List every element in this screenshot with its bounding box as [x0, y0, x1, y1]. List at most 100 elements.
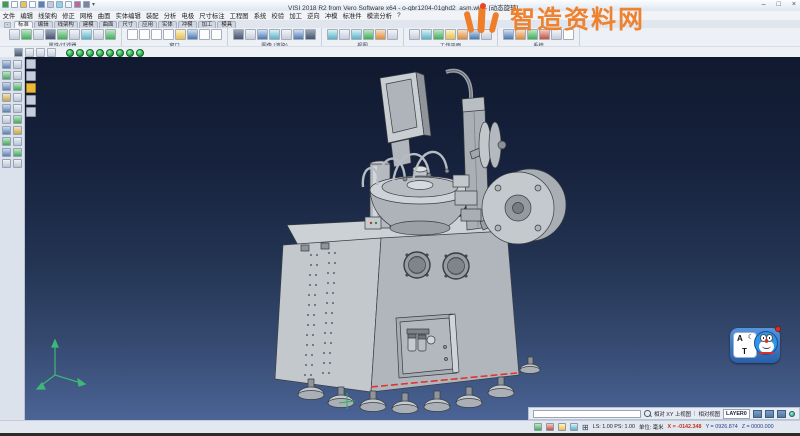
machine-3d-model[interactable] — [25, 57, 800, 420]
status-swatch-1[interactable] — [752, 409, 762, 418]
attribute-tool-icon[interactable] — [9, 29, 20, 40]
right-view-icon[interactable] — [126, 48, 134, 57]
redo-icon[interactable] — [74, 1, 81, 8]
sidebar-tool-icon[interactable] — [13, 115, 22, 124]
sidebar-tool-icon[interactable] — [13, 82, 22, 91]
sidebar-tool-icon[interactable] — [13, 60, 22, 69]
system-options-icon[interactable] — [503, 29, 514, 40]
entity-filter-icon[interactable] — [57, 29, 68, 40]
sidebar-tool-icon[interactable] — [2, 115, 11, 124]
command-input[interactable] — [533, 409, 641, 418]
close-button[interactable]: × — [792, 0, 796, 10]
minimize-button[interactable]: – — [762, 0, 766, 10]
menu-surface[interactable]: 曲面 — [95, 11, 113, 20]
front-view-icon[interactable] — [96, 48, 104, 57]
system-delete-icon[interactable] — [539, 29, 550, 40]
workplane-entity-icon[interactable] — [457, 29, 468, 40]
sidebar-tool-icon[interactable] — [2, 148, 11, 157]
view-mode-button[interactable] — [26, 59, 36, 69]
menu-wireframe[interactable]: 线架构 — [36, 11, 60, 20]
menu-validate[interactable]: 校验 — [269, 11, 287, 20]
render-mode-ball-icon[interactable] — [788, 410, 795, 417]
previous-view-icon[interactable] — [375, 29, 386, 40]
menu-drawing[interactable]: 工程图 — [227, 11, 251, 20]
sidebar-tool-icon[interactable] — [13, 104, 22, 113]
view-mode-button-active[interactable] — [26, 83, 36, 93]
menu-dimension[interactable]: 尺寸标注 — [197, 11, 227, 20]
system-measure-icon[interactable] — [527, 29, 538, 40]
tab-application[interactable]: 应用 — [138, 21, 157, 28]
system-calculator-icon[interactable] — [515, 29, 526, 40]
material-icon[interactable] — [293, 29, 304, 40]
menu-flow-analysis[interactable]: 模流分析 — [364, 11, 394, 20]
menu-solid-edit[interactable]: 实体编辑 — [113, 11, 143, 20]
tab-mould[interactable]: 模具 — [217, 21, 237, 28]
shadow-icon[interactable] — [305, 29, 316, 40]
layer-indicator[interactable]: LAYER0 — [723, 408, 750, 419]
open-file-icon[interactable] — [20, 1, 27, 8]
refresh-toggle-icon[interactable] — [570, 423, 578, 431]
menu-electrode[interactable]: 电极 — [179, 11, 197, 20]
render-settings-icon[interactable] — [281, 29, 292, 40]
viewport-grid-icon[interactable] — [47, 48, 56, 57]
status-swatch-2[interactable] — [764, 409, 774, 418]
graphics-viewport[interactable] — [25, 57, 800, 420]
menu-standard-parts[interactable]: 标准件 — [340, 11, 364, 20]
tab-standard[interactable]: 标准 — [14, 21, 33, 28]
system-info-icon[interactable] — [551, 29, 562, 40]
bottom-view-icon[interactable] — [86, 48, 94, 57]
menu-machining[interactable]: 加工 — [287, 11, 305, 20]
menu-analysis[interactable]: 分析 — [161, 11, 179, 20]
status-swatch-3[interactable] — [776, 409, 786, 418]
zoom-fit-icon[interactable] — [327, 29, 338, 40]
menu-reverse[interactable]: 逆向 — [305, 11, 323, 20]
menu-progress[interactable]: 冲模 — [322, 11, 340, 20]
top-view-icon[interactable] — [76, 48, 84, 57]
highlight-tool-icon[interactable] — [105, 29, 116, 40]
transparent-view-icon[interactable] — [269, 29, 280, 40]
sidebar-tool-icon[interactable] — [2, 93, 11, 102]
color-filter-icon[interactable] — [45, 29, 56, 40]
view-mode-label[interactable]: 相对 XY 上视图 — [654, 410, 691, 418]
menu-system[interactable]: 系统 — [251, 11, 269, 20]
tab-machining[interactable]: 加工 — [197, 21, 217, 28]
selection-filter-icon[interactable] — [81, 29, 92, 40]
sidebar-tool-icon[interactable] — [2, 104, 11, 113]
tab-dimension[interactable]: 尺寸 — [118, 21, 138, 28]
tab-surface[interactable]: 曲面 — [98, 21, 118, 28]
tile-windows-icon[interactable] — [187, 29, 198, 40]
filter-tool-icon[interactable] — [21, 29, 32, 40]
tab-progress[interactable]: 冲模 — [177, 21, 197, 28]
units-indicator[interactable]: 单位: 毫米 — [639, 423, 664, 431]
workplane-xy-icon[interactable] — [409, 29, 420, 40]
view-mode-button[interactable] — [26, 95, 36, 105]
search-icon[interactable] — [644, 410, 651, 417]
ime-widget[interactable]: A ☾ T — [730, 326, 781, 363]
menu-mesh[interactable]: 网格 — [77, 11, 95, 20]
grid-icon[interactable]: ⊞ — [582, 423, 589, 432]
pan-view-icon[interactable] — [351, 29, 362, 40]
sidebar-tool-icon[interactable] — [2, 60, 11, 69]
wireframe-view-icon[interactable] — [245, 29, 256, 40]
window-copy-icon[interactable] — [151, 29, 162, 40]
workplane-3point-icon[interactable] — [445, 29, 456, 40]
layer-filter-icon[interactable] — [33, 29, 44, 40]
text-toggle-icon[interactable] — [546, 423, 554, 431]
highlight-toggle-icon[interactable] — [558, 423, 566, 431]
tab-wireframe[interactable]: 线架构 — [53, 21, 78, 28]
workplane-yz-icon[interactable] — [433, 29, 444, 40]
sidebar-tool-icon[interactable] — [13, 71, 22, 80]
new-window-icon[interactable] — [127, 29, 138, 40]
sidebar-tool-icon[interactable] — [13, 159, 22, 168]
menu-edit[interactable]: 编辑 — [18, 11, 36, 20]
new-file-icon[interactable] — [11, 1, 18, 8]
workplane-reset-icon[interactable] — [469, 29, 480, 40]
sidebar-tool-icon[interactable] — [13, 148, 22, 157]
iso-view-icon[interactable] — [66, 48, 74, 57]
zoom-window-icon[interactable] — [339, 29, 350, 40]
window-page-icon[interactable] — [139, 29, 150, 40]
menu-modify[interactable]: 修正 — [60, 11, 78, 20]
rotate-view-icon[interactable] — [363, 29, 374, 40]
maximize-button[interactable]: □ — [777, 0, 781, 10]
window-paste-icon[interactable] — [163, 29, 174, 40]
